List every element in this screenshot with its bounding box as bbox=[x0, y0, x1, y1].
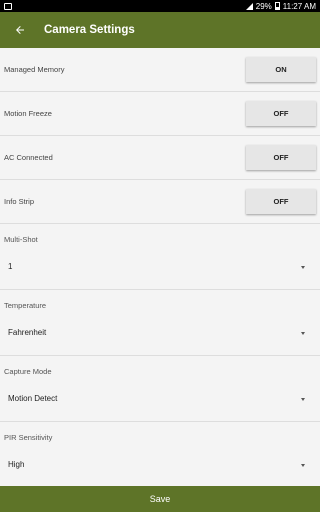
temperature-dropdown[interactable] bbox=[0, 314, 320, 355]
setting-row-motion-freeze: Motion Freeze OFF bbox=[0, 92, 320, 136]
motion-freeze-toggle[interactable]: OFF bbox=[246, 101, 316, 126]
page-title: Camera Settings bbox=[44, 24, 135, 36]
managed-memory-toggle[interactable]: ON bbox=[246, 57, 316, 82]
toolbar: Camera Settings bbox=[0, 12, 320, 48]
status-right: 29% 11:27 AM bbox=[245, 1, 316, 11]
managed-memory-label: Managed Memory bbox=[4, 65, 65, 74]
multi-shot-value: 1 bbox=[8, 262, 13, 271]
capture-mode-value: Motion Detect bbox=[8, 394, 58, 403]
back-arrow-icon[interactable] bbox=[0, 12, 40, 48]
ac-connected-toggle[interactable]: OFF bbox=[246, 145, 316, 170]
pir-sensitivity-value: High bbox=[8, 460, 25, 469]
info-strip-toggle[interactable]: OFF bbox=[246, 189, 316, 214]
setting-row-temperature: Temperature Fahrenheit bbox=[0, 290, 320, 356]
status-bar: 29% 11:27 AM bbox=[0, 0, 320, 12]
setting-row-info-strip: Info Strip OFF bbox=[0, 180, 320, 224]
battery-percent: 29% bbox=[255, 1, 272, 11]
dropdown-arrow-icon bbox=[301, 398, 305, 401]
back-arrow-glyph bbox=[16, 26, 24, 34]
setting-row-pir-sensitivity: PIR Sensitivity High bbox=[0, 422, 320, 486]
dropdown-arrow-icon bbox=[301, 266, 305, 269]
info-strip-label: Info Strip bbox=[4, 197, 35, 206]
status-left bbox=[4, 2, 12, 10]
status-time: 11:27 AM bbox=[282, 1, 316, 11]
setting-row-managed-memory: Managed Memory ON bbox=[0, 48, 320, 92]
multi-shot-label: Multi-Shot bbox=[4, 235, 38, 244]
setting-row-ac-connected: AC Connected OFF bbox=[0, 136, 320, 180]
save-button[interactable]: Save bbox=[0, 486, 320, 512]
signal-icon bbox=[245, 2, 253, 10]
setting-row-multi-shot: Multi-Shot 1 bbox=[0, 224, 320, 290]
battery-icon bbox=[274, 2, 280, 10]
setting-row-capture-mode: Capture Mode Motion Detect bbox=[0, 356, 320, 422]
dropdown-arrow-icon bbox=[301, 332, 305, 335]
pir-sensitivity-dropdown[interactable] bbox=[0, 446, 320, 486]
message-icon bbox=[4, 2, 12, 10]
dropdown-arrow-icon bbox=[301, 464, 305, 467]
ac-connected-label: AC Connected bbox=[4, 153, 53, 162]
motion-freeze-label: Motion Freeze bbox=[4, 109, 52, 118]
pir-sensitivity-label: PIR Sensitivity bbox=[4, 433, 53, 442]
capture-mode-label: Capture Mode bbox=[4, 367, 52, 376]
temperature-value: Fahrenheit bbox=[8, 328, 47, 337]
temperature-label: Temperature bbox=[4, 301, 47, 310]
multi-shot-dropdown[interactable] bbox=[0, 248, 320, 289]
settings-list: Managed Memory ON Motion Freeze OFF AC C… bbox=[0, 48, 320, 486]
